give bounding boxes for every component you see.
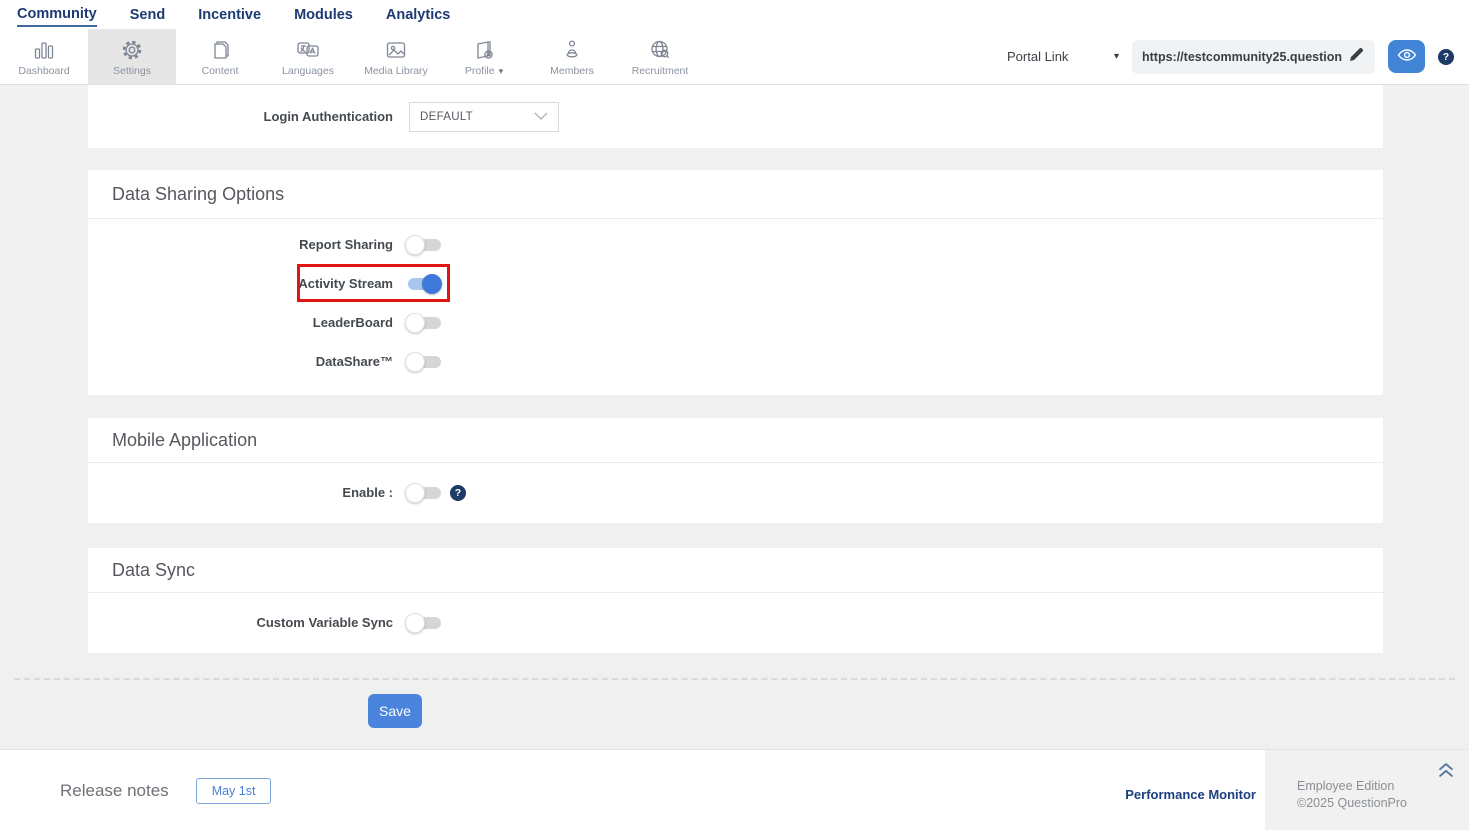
- toolbar-item-label: Content: [201, 65, 239, 77]
- custom-variable-sync-label: Custom Variable Sync: [256, 615, 393, 630]
- section-header: Data Sync: [88, 548, 1383, 593]
- mobile-enable-toggle[interactable]: [405, 482, 442, 503]
- toolbar-item-label: Settings: [113, 65, 151, 77]
- edition-text: Employee Edition ©2025 QuestionPro: [1297, 778, 1407, 812]
- mobile-application-card: Mobile Application Enable : ?: [88, 418, 1383, 523]
- custom-variable-sync-toggle[interactable]: [405, 612, 442, 633]
- save-row: Save: [368, 694, 1469, 728]
- activity-stream-row: Activity Stream: [88, 264, 1383, 303]
- footer: Release notes May 1st Performance Monito…: [0, 749, 1469, 830]
- pencil-icon[interactable]: [1348, 46, 1365, 68]
- datashare-toggle[interactable]: [405, 351, 442, 372]
- release-notes-group: Release notes May 1st: [60, 778, 272, 804]
- toolbar-item-media-library[interactable]: Media Library: [352, 29, 440, 84]
- chevron-down-icon: ▾: [1113, 51, 1119, 62]
- section-title: Data Sharing Options: [112, 183, 285, 204]
- save-button[interactable]: Save: [368, 694, 422, 728]
- datashare-row: DataShare™: [88, 342, 1383, 381]
- datashare-label: DataShare™: [315, 354, 393, 369]
- leaderboard-toggle[interactable]: [405, 312, 442, 333]
- nav-item-modules[interactable]: Modules: [294, 3, 353, 26]
- pages-icon: [208, 36, 232, 62]
- login-authentication-card: Login Authentication DEFAULT: [88, 85, 1383, 148]
- section-header: Mobile Application: [88, 418, 1383, 463]
- toolbar-item-label: Profile ▾: [465, 65, 503, 77]
- portal-link-label: Portal Link: [1007, 49, 1069, 64]
- help-icon[interactable]: ?: [1438, 48, 1454, 65]
- chevron-down-icon: [534, 108, 548, 126]
- leaderboard-row: LeaderBoard: [88, 303, 1383, 342]
- toolbar-item-label: Recruitment: [631, 65, 689, 77]
- release-notes-label: Release notes: [60, 781, 169, 800]
- section-body: Custom Variable Sync: [88, 593, 1383, 652]
- toolbar-item-label: Media Library: [364, 65, 428, 77]
- activity-stream-label: Activity Stream: [298, 276, 393, 291]
- toolbar-item-members[interactable]: Members: [528, 29, 616, 84]
- toolbar-item-profile[interactable]: Profile ▾: [440, 29, 528, 84]
- toolbar: Dashboard Settings Content Languages Med…: [0, 29, 1469, 85]
- nav-item-analytics[interactable]: Analytics: [386, 3, 450, 26]
- section-body: Report Sharing Activity Stream LeaderBoa…: [88, 219, 1383, 381]
- toolbar-item-label: Dashboard: [18, 65, 70, 77]
- eye-icon: [1397, 48, 1417, 65]
- release-date-badge[interactable]: May 1st: [195, 778, 272, 804]
- portal-url-field[interactable]: https://testcommunity25.questionpr: [1132, 39, 1375, 74]
- report-sharing-toggle[interactable]: [405, 234, 442, 255]
- settings-page: Login Authentication DEFAULT Data Sharin…: [0, 85, 1469, 749]
- nav-item-community[interactable]: Community: [17, 2, 97, 27]
- login-authentication-value: DEFAULT: [420, 110, 474, 123]
- edition-panel: Employee Edition ©2025 QuestionPro: [1265, 750, 1469, 830]
- toolbar-item-label: Languages: [282, 65, 334, 77]
- login-authentication-select[interactable]: DEFAULT: [409, 101, 559, 132]
- section-title: Data Sync: [112, 559, 196, 580]
- toolbar-item-dashboard[interactable]: Dashboard: [0, 29, 88, 84]
- toolbar-item-label: Members: [550, 65, 594, 77]
- data-sync-card: Data Sync Custom Variable Sync: [88, 548, 1383, 653]
- translate-icon: [295, 36, 321, 62]
- dashed-divider: [14, 678, 1455, 680]
- toolbar-item-settings[interactable]: Settings: [88, 29, 176, 84]
- login-authentication-label: Login Authentication: [263, 109, 394, 124]
- toolbar-item-languages[interactable]: Languages: [264, 29, 352, 84]
- globe-search-icon: [648, 36, 672, 62]
- top-nav: Community Send Incentive Modules Analyti…: [0, 0, 1469, 29]
- performance-monitor-link[interactable]: Performance Monitor: [1125, 787, 1256, 802]
- edition-line2: ©2025 QuestionPro: [1297, 796, 1407, 810]
- toolbar-item-content[interactable]: Content: [176, 29, 264, 84]
- image-icon: [384, 36, 408, 62]
- toolbar-right-controls: Portal Link ▾ https://testcommunity25.qu…: [1007, 29, 1469, 84]
- section-title: Mobile Application: [112, 429, 258, 450]
- report-sharing-row: Report Sharing: [88, 225, 1383, 264]
- mobile-enable-row: Enable : ?: [88, 473, 1383, 512]
- report-sharing-label: Report Sharing: [299, 237, 393, 252]
- section-header: Data Sharing Options: [88, 170, 1383, 219]
- bar-chart-icon: [32, 36, 56, 62]
- toolbar-item-label-text: Profile: [464, 65, 495, 77]
- mobile-enable-label: Enable :: [342, 485, 393, 500]
- data-sharing-options-card: Data Sharing Options Report Sharing Acti…: [88, 170, 1383, 395]
- leaderboard-label: LeaderBoard: [312, 315, 393, 330]
- person-icon: [560, 36, 584, 62]
- portal-link-dropdown[interactable]: Portal Link ▾: [1007, 49, 1119, 64]
- profile-folder-icon: [472, 36, 496, 62]
- edition-line1: Employee Edition: [1297, 779, 1395, 793]
- double-chevron-up-icon[interactable]: [1436, 760, 1456, 785]
- nav-item-send[interactable]: Send: [130, 3, 165, 26]
- portal-url-text: https://testcommunity25.questionpr: [1142, 49, 1342, 64]
- nav-item-incentive[interactable]: Incentive: [198, 3, 261, 26]
- gear-icon: [120, 36, 144, 62]
- section-body: Enable : ?: [88, 463, 1383, 522]
- chevron-down-icon: ▾: [498, 65, 504, 76]
- toolbar-item-recruitment[interactable]: Recruitment: [616, 29, 704, 84]
- activity-stream-toggle[interactable]: [405, 273, 442, 294]
- help-icon[interactable]: ?: [450, 484, 466, 501]
- custom-variable-sync-row: Custom Variable Sync: [88, 603, 1383, 642]
- preview-button[interactable]: [1388, 40, 1425, 73]
